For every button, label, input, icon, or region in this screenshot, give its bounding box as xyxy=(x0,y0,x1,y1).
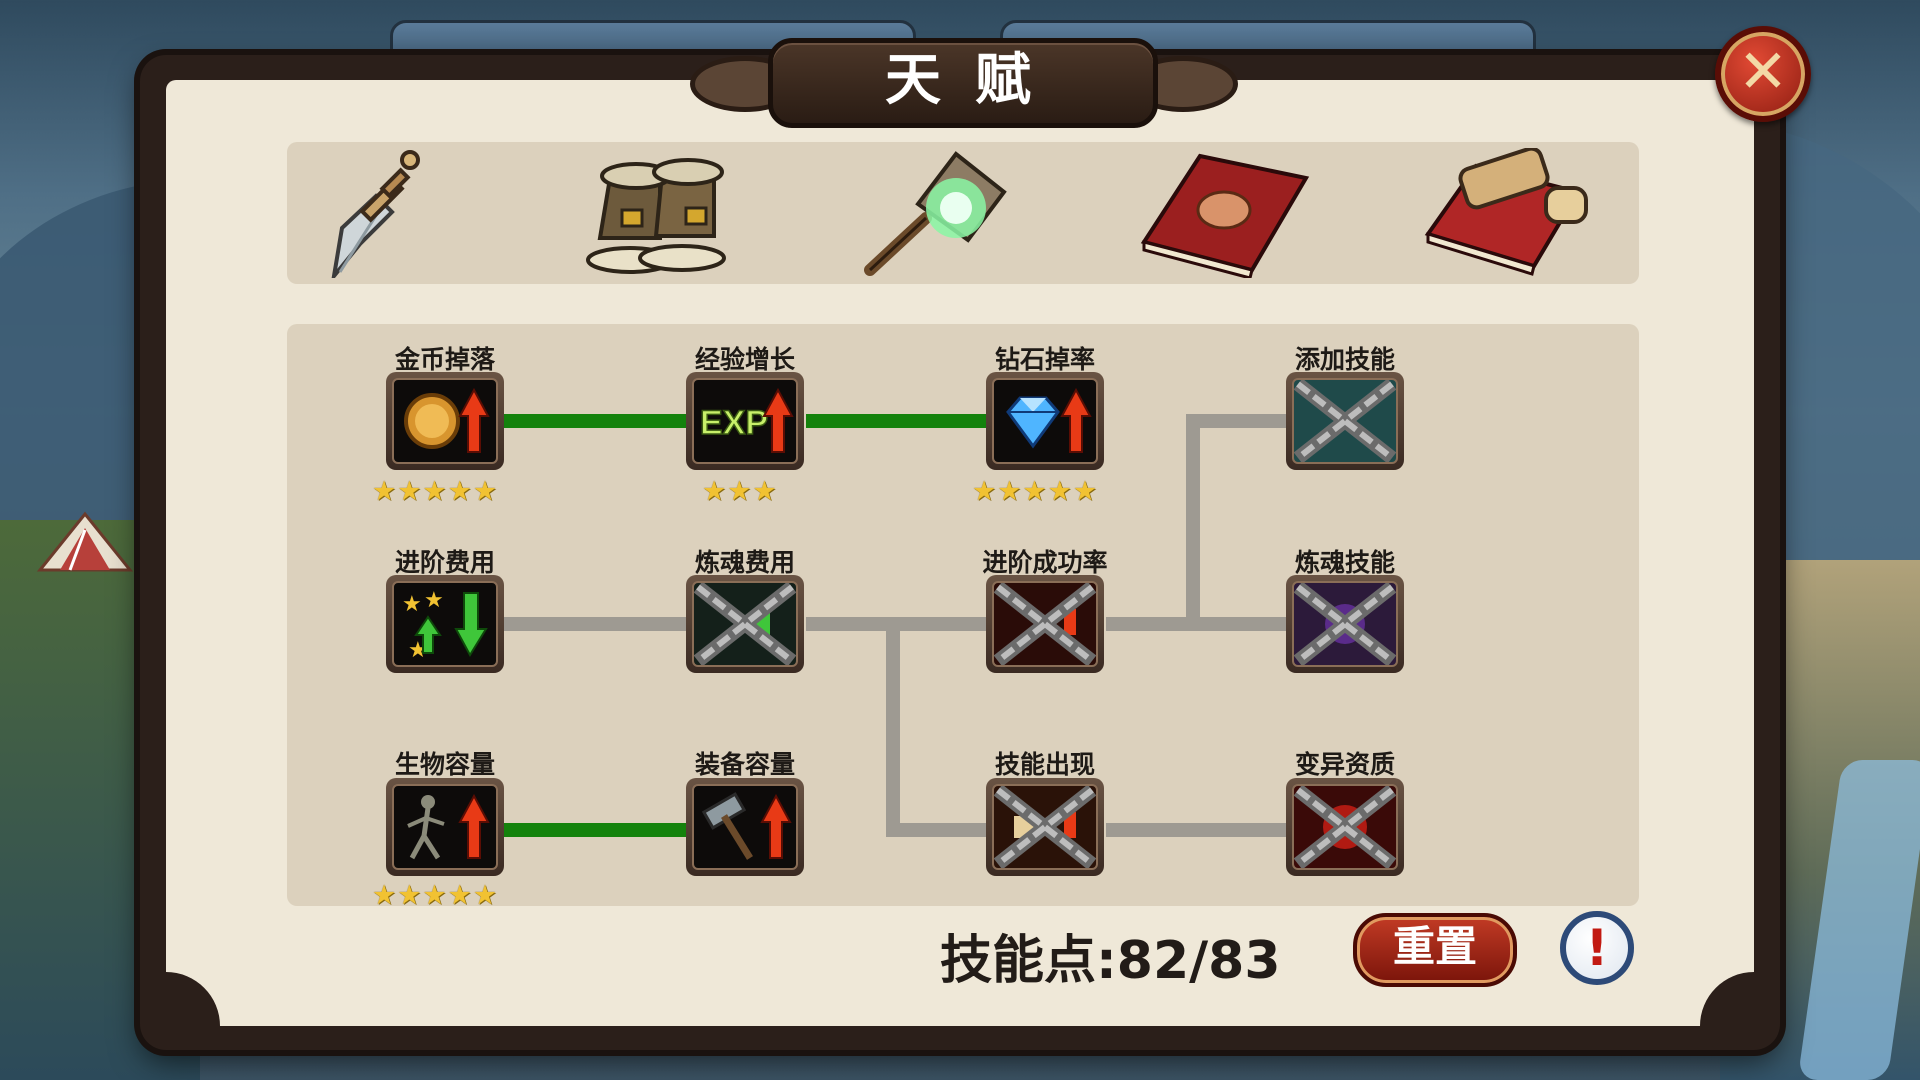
skill-points-counter: 技能点:82/83 xyxy=(940,931,1281,991)
talent-stars-diamond-rate: ★★★★★ xyxy=(972,476,1099,507)
exp-up-icon: EXP xyxy=(699,387,794,453)
chain-lock-icon xyxy=(1294,786,1396,868)
scroll-book-icon xyxy=(1424,146,1588,276)
close-icon: ✕ xyxy=(1737,37,1789,107)
talent-creature-capacity[interactable] xyxy=(386,778,504,876)
dialog-title: 天赋 xyxy=(885,48,1065,113)
path-junction-vertical xyxy=(1186,414,1200,631)
gold-coin-up-icon xyxy=(404,387,490,453)
exp-icon-text: EXP xyxy=(700,404,768,442)
talent-label-diamond-rate: 钻石掉率 xyxy=(994,345,1095,374)
chain-lock-icon xyxy=(694,583,796,665)
talent-stars-gold-drop: ★★★★★ xyxy=(372,476,499,507)
tab-sword[interactable] xyxy=(320,148,500,284)
magic-torch-icon xyxy=(864,151,1007,276)
talent-label-add-skill: 添加技能 xyxy=(1294,345,1395,374)
chain-lock-icon xyxy=(1294,380,1396,462)
talent-label-mutation: 变异资质 xyxy=(1294,750,1395,779)
tent-icon xyxy=(36,511,134,572)
talent-mutation[interactable] xyxy=(1286,778,1404,876)
talent-label-advance-success: 进阶成功率 xyxy=(982,548,1108,577)
close-button[interactable]: ✕ xyxy=(1715,26,1811,122)
talent-label-refine-skill: 炼魂技能 xyxy=(1294,548,1395,577)
strength-book-icon xyxy=(1140,153,1310,280)
talent-stars-exp-growth: ★★★ xyxy=(702,476,778,507)
talent-refine-cost[interactable] xyxy=(686,575,804,673)
talent-exp-growth[interactable]: EXP xyxy=(686,372,804,470)
path-advance-success-to-junction xyxy=(1106,617,1196,631)
talent-skill-appear[interactable] xyxy=(986,778,1104,876)
talent-add-skill[interactable] xyxy=(1286,372,1404,470)
diamond-up-icon xyxy=(1006,387,1092,453)
path-to-refine-skill xyxy=(1186,617,1288,631)
exclamation-icon: ! xyxy=(1585,919,1609,977)
svg-text:★: ★ xyxy=(424,588,444,613)
talent-advance-success[interactable] xyxy=(986,575,1104,673)
talent-advance-cost[interactable]: ★ ★ ★ xyxy=(386,575,504,673)
talent-label-gold-drop: 金币掉落 xyxy=(394,345,495,374)
path-refine-cost-down xyxy=(886,617,900,837)
path-skill-appear-to-mutation xyxy=(1106,823,1288,837)
path-advance-cost-to-refine-cost xyxy=(504,617,688,631)
path-to-add-skill xyxy=(1186,414,1288,428)
advance-cost-icon: ★ ★ ★ xyxy=(402,588,488,663)
chain-lock-icon xyxy=(994,786,1096,868)
path-creature-to-equip xyxy=(504,823,688,837)
talent-refine-skill[interactable] xyxy=(1286,575,1404,673)
tab-scroll-book[interactable] xyxy=(1418,146,1598,278)
tab-boots[interactable] xyxy=(570,148,750,278)
tab-torch[interactable] xyxy=(856,148,1036,278)
talent-label-equip-capacity: 装备容量 xyxy=(694,750,795,779)
tab-strength-book[interactable] xyxy=(1140,148,1320,280)
talent-label-creature-capacity: 生物容量 xyxy=(394,750,495,779)
boots-icon xyxy=(586,158,726,274)
svg-text:★: ★ xyxy=(402,592,422,617)
talent-label-refine-cost: 炼魂费用 xyxy=(694,548,795,577)
sword-icon xyxy=(330,150,420,284)
path-exp-to-diamond xyxy=(806,414,988,428)
talent-gold-drop[interactable] xyxy=(386,372,504,470)
talent-label-skill-appear: 技能出现 xyxy=(994,750,1095,779)
talent-diamond-rate[interactable] xyxy=(986,372,1104,470)
path-gold-to-exp xyxy=(504,414,688,428)
chain-lock-icon xyxy=(1294,583,1396,665)
creature-capacity-icon xyxy=(407,793,490,860)
talent-label-advance-cost: 进阶费用 xyxy=(394,548,495,577)
chain-lock-icon xyxy=(994,583,1096,665)
reset-button[interactable]: 重置 xyxy=(1353,913,1517,987)
equip-capacity-icon xyxy=(701,792,792,860)
talent-label-exp-growth: 经验增长 xyxy=(694,345,795,374)
talent-stars-creature-capacity: ★★★★★ xyxy=(372,880,499,911)
talent-equip-capacity[interactable] xyxy=(686,778,804,876)
info-button[interactable]: ! xyxy=(1560,911,1634,985)
path-to-skill-appear xyxy=(886,823,988,837)
